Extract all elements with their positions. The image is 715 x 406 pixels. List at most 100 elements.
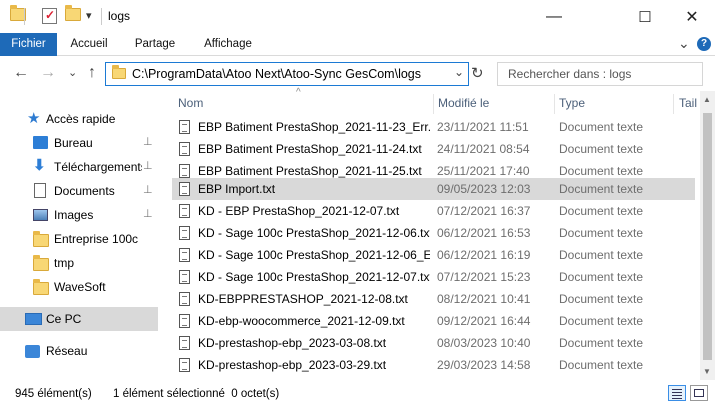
- address-path[interactable]: C:\ProgramData\Atoo Next\Atoo-Sync GesCo…: [132, 67, 421, 81]
- file-type: Document texte: [559, 164, 644, 178]
- file-row[interactable]: KD-EBPPRESTASHOP_2021-12-08.txt 08/12/20…: [172, 288, 695, 310]
- text-file-icon: [179, 226, 190, 240]
- file-row[interactable]: KD-prestashop-ebp_2023-03-29.txt 29/03/2…: [172, 354, 695, 376]
- sidebar-item-ce-pc[interactable]: Ce PC: [0, 307, 158, 331]
- column-divider[interactable]: [673, 94, 674, 114]
- file-type: Document texte: [559, 336, 644, 350]
- refresh-button[interactable]: ↻: [471, 64, 484, 82]
- details-view-icon[interactable]: [668, 385, 686, 401]
- file-name: KD-prestashop-ebp_2023-03-08.txt: [198, 336, 387, 350]
- sidebar-item-bureau[interactable]: Bureau ⊥: [0, 131, 158, 155]
- text-file-icon: [179, 292, 190, 306]
- ribbon-tabs: Fichier Accueil Partage Affichage ⌄ ?: [0, 33, 715, 56]
- file-name: KD - Sage 100c PrestaShop_2021-12-06.txt: [198, 226, 430, 240]
- file-modified: 29/03/2023 14:58: [437, 358, 531, 372]
- file-type: Document texte: [559, 226, 644, 240]
- documents-icon: [34, 183, 46, 198]
- file-row[interactable]: KD-prestashop-ebp_2023-03-08.txt 08/03/2…: [172, 332, 695, 354]
- properties-icon[interactable]: ✓: [42, 8, 57, 24]
- forward-button[interactable]: →: [40, 64, 56, 82]
- selection-info: 1 élément sélectionné 0 octet(s): [113, 388, 280, 400]
- file-modified: 07/12/2021 16:37: [437, 204, 531, 218]
- search-input[interactable]: [498, 63, 702, 85]
- column-header-modified[interactable]: Modifié le: [438, 91, 489, 116]
- file-row[interactable]: KD - Sage 100c PrestaShop_2021-12-06_E..…: [172, 244, 695, 266]
- back-button[interactable]: ←: [13, 64, 29, 82]
- title-bar: ✓ ▾ logs — ☐ ✕: [0, 0, 715, 33]
- sidebar-item-images[interactable]: Images ⊥: [0, 203, 158, 227]
- file-type: Document texte: [559, 270, 644, 284]
- file-modified: 06/12/2021 16:19: [437, 248, 531, 262]
- file-name: KD-prestashop-ebp_2023-03-29.txt: [198, 358, 387, 372]
- tab-affichage[interactable]: Affichage: [193, 33, 263, 56]
- file-name: KD-ebp-woocommerce_2021-12-09.txt: [198, 314, 405, 328]
- minimize-button[interactable]: —: [531, 0, 577, 33]
- column-header-size[interactable]: Tail: [679, 91, 697, 116]
- qat-dropdown-icon[interactable]: ▾: [86, 9, 92, 22]
- tab-fichier[interactable]: Fichier: [0, 33, 57, 56]
- file-row-selected[interactable]: EBP Import.txt 09/05/2023 12:03 Document…: [172, 178, 695, 200]
- file-type: Document texte: [559, 142, 644, 156]
- sidebar-item-documents[interactable]: Documents ⊥: [0, 179, 158, 203]
- help-icon[interactable]: ?: [697, 37, 711, 51]
- address-row: ← → ⌄ ↑ C:\ProgramData\Atoo Next\Atoo-Sy…: [0, 56, 715, 91]
- file-row[interactable]: KD - Sage 100c PrestaShop_2021-12-06.txt…: [172, 222, 695, 244]
- file-modified: 24/11/2021 08:54: [437, 142, 530, 156]
- pin-icon: ⊥: [143, 184, 153, 196]
- file-name: EBP Batiment PrestaShop_2021-11-23_Err..…: [198, 120, 430, 134]
- sidebar-item-wavesoft[interactable]: WaveSoft: [0, 275, 158, 299]
- file-name: EBP Batiment PrestaShop_2021-11-24.txt: [198, 142, 422, 156]
- folder-icon: [112, 65, 126, 79]
- folder-icon: [33, 255, 49, 271]
- scrollbar-thumb[interactable]: [703, 113, 712, 360]
- sidebar-item-downloads[interactable]: ⬇ Téléchargements ⊥: [0, 155, 158, 179]
- ribbon-expand-icon[interactable]: ⌄: [678, 35, 690, 52]
- tab-accueil[interactable]: Accueil: [59, 33, 119, 56]
- text-file-icon: [179, 204, 190, 218]
- column-divider[interactable]: [554, 94, 555, 114]
- column-header-type[interactable]: Type: [559, 91, 585, 116]
- sidebar-item-tmp[interactable]: tmp: [0, 251, 158, 275]
- file-row[interactable]: KD - Sage 100c PrestaShop_2021-12-07.txt…: [172, 266, 695, 288]
- large-icons-view-icon[interactable]: [690, 385, 708, 401]
- scroll-down-icon[interactable]: ▼: [703, 367, 711, 376]
- vertical-scrollbar[interactable]: ▲ ▼: [700, 91, 715, 380]
- text-file-icon: [179, 336, 190, 350]
- up-button[interactable]: ↑: [88, 64, 96, 82]
- search-box[interactable]: [497, 62, 703, 86]
- file-row[interactable]: EBP Batiment PrestaShop_2021-11-24.txt 2…: [172, 138, 695, 160]
- sidebar-item-label: Bureau: [54, 136, 93, 150]
- scroll-up-icon[interactable]: ▲: [703, 95, 711, 104]
- file-name: KD - Sage 100c PrestaShop_2021-12-06_E..…: [198, 248, 430, 262]
- text-file-icon: [179, 182, 190, 196]
- address-dropdown-icon[interactable]: ⌄: [454, 65, 464, 79]
- file-row[interactable]: KD - EBP PrestaShop_2021-12-07.txt 07/12…: [172, 200, 695, 222]
- column-divider[interactable]: [433, 94, 434, 114]
- text-file-icon: [179, 270, 190, 284]
- address-bar[interactable]: C:\ProgramData\Atoo Next\Atoo-Sync GesCo…: [105, 62, 469, 86]
- images-icon: [33, 209, 48, 221]
- file-modified: 08/12/2021 10:41: [437, 292, 531, 306]
- file-row[interactable]: EBP Batiment PrestaShop_2021-11-23_Err..…: [172, 116, 695, 138]
- new-folder-icon[interactable]: [65, 5, 81, 21]
- tab-partage[interactable]: Partage: [125, 33, 185, 56]
- pc-icon: [25, 313, 42, 325]
- sidebar-item-reseau[interactable]: Réseau: [0, 339, 158, 363]
- window-title: logs: [108, 9, 131, 23]
- file-modified: 08/03/2023 10:40: [437, 336, 531, 350]
- file-list: ^ Nom Modifié le Type Tail EBP Batiment …: [165, 87, 715, 380]
- file-type: Document texte: [559, 292, 644, 306]
- star-icon: ★: [27, 110, 41, 127]
- file-row[interactable]: KD-ebp-woocommerce_2021-12-09.txt 09/12/…: [172, 310, 695, 332]
- sidebar-item-entreprise[interactable]: Entreprise 100c: [0, 227, 158, 251]
- file-name: KD - Sage 100c PrestaShop_2021-12-07.txt: [198, 270, 430, 284]
- file-modified: 09/12/2021 16:44: [437, 314, 531, 328]
- recent-locations-button[interactable]: ⌄: [68, 66, 77, 79]
- maximize-button[interactable]: ☐: [622, 0, 668, 33]
- item-count: 945 élément(s): [15, 388, 92, 400]
- desktop-icon: [33, 136, 48, 149]
- column-header-name[interactable]: Nom: [178, 91, 203, 116]
- close-button[interactable]: ✕: [669, 0, 715, 33]
- sidebar-item-quick-access[interactable]: ★ Accès rapide: [0, 107, 158, 131]
- sidebar-item-label: Téléchargements: [54, 160, 142, 174]
